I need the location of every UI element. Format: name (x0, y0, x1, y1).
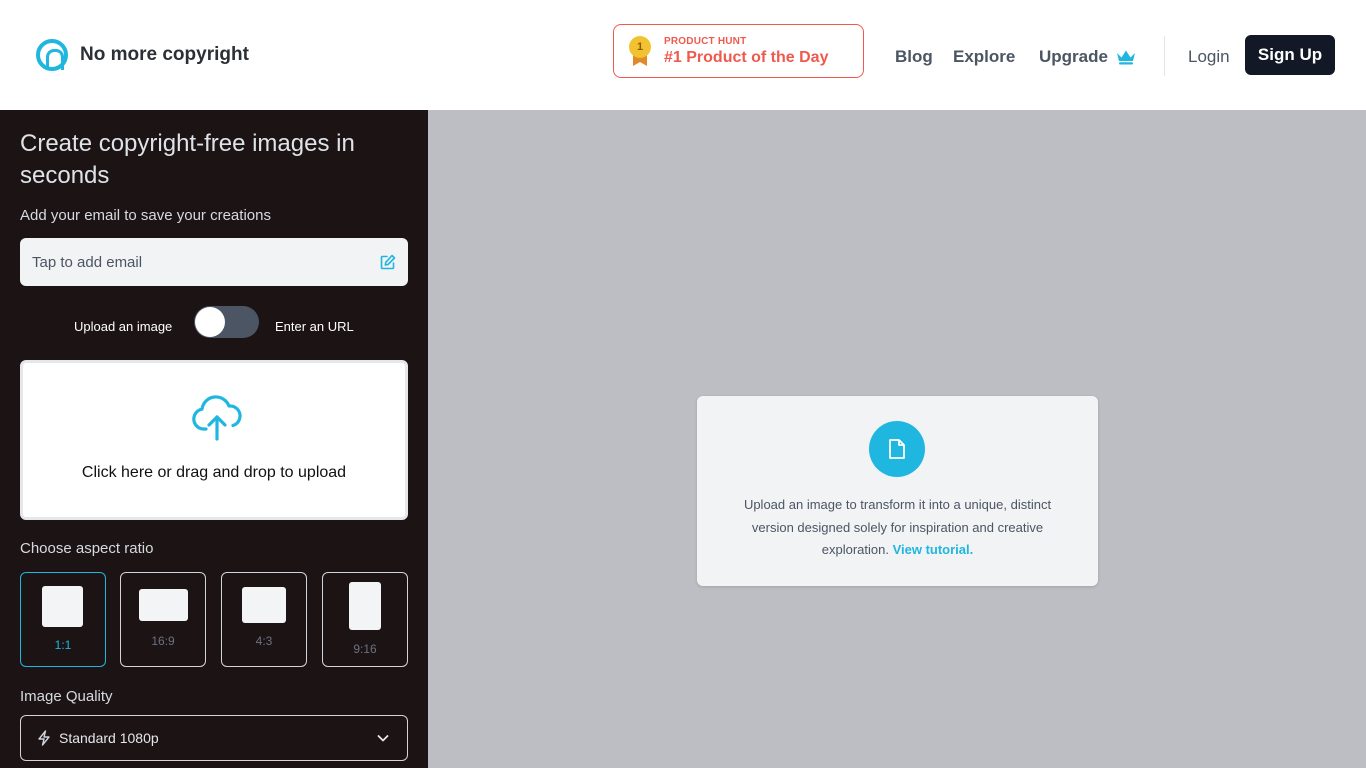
source-toggle-row: Upload an image Enter an URL (0, 306, 428, 340)
preview-area: Upload an image to transform it into a u… (428, 110, 1366, 768)
aspect-ratio-label-1-1: 1:1 (54, 638, 72, 652)
nav-upgrade-link[interactable]: Upgrade (1039, 47, 1136, 67)
upload-instructions: Click here or drag and drop to upload (81, 464, 347, 481)
file-icon (889, 439, 905, 459)
header-divider (1164, 36, 1165, 76)
signup-button[interactable]: Sign Up (1245, 35, 1335, 75)
brand-logo[interactable]: No more copyright (36, 39, 249, 71)
aspect-ratio-label-9-16: 9:16 (353, 642, 377, 656)
product-hunt-label: PRODUCT HUNT (664, 35, 747, 47)
aspect-ratio-label-16-9: 16:9 (151, 634, 175, 648)
empty-state-text: Upload an image to transform it into a u… (725, 494, 1070, 562)
upload-dropzone[interactable]: Click here or drag and drop to upload (20, 360, 408, 520)
edit-icon[interactable] (380, 254, 396, 270)
empty-state-card: Upload an image to transform it into a u… (697, 396, 1098, 586)
brand-name: No more copyright (80, 44, 249, 65)
aspect-ratio-label: Choose aspect ratio (20, 540, 154, 557)
aspect-ratio-16-9[interactable]: 16:9 (120, 572, 206, 667)
sidebar: Create copyright-free images in seconds … (0, 110, 428, 768)
image-quality-value: Standard 1080p (59, 730, 159, 746)
aspect-ratio-4-3[interactable]: 4:3 (221, 572, 307, 667)
aspect-ratio-label-4-3: 4:3 (255, 634, 273, 648)
upgrade-label: Upgrade (1039, 47, 1108, 66)
login-link[interactable]: Login (1188, 47, 1230, 67)
sidebar-title: Create copyright-free images in seconds (20, 130, 355, 189)
top-header: No more copyright 1 PRODUCT HUNT #1 Prod… (0, 0, 1366, 110)
ratio-shape (42, 586, 83, 627)
image-quality-select[interactable]: Standard 1080p (20, 715, 408, 761)
ratio-shape (349, 582, 381, 630)
ratio-shape (242, 587, 286, 623)
crown-icon (1116, 50, 1135, 65)
bolt-icon (38, 730, 50, 746)
toggle-upload-label[interactable]: Upload an image (74, 319, 172, 334)
product-hunt-badge[interactable]: 1 PRODUCT HUNT #1 Product of the Day (613, 24, 864, 78)
toggle-url-label[interactable]: Enter an URL (275, 319, 354, 334)
aspect-ratio-9-16[interactable]: 9:16 (322, 572, 408, 667)
chevron-down-icon (377, 735, 389, 742)
file-icon-circle (869, 421, 925, 477)
toggle-knob (195, 307, 225, 337)
medal-icon: 1 (628, 36, 652, 66)
product-hunt-title: #1 Product of the Day (664, 48, 829, 66)
source-toggle-switch[interactable] (194, 306, 259, 338)
view-tutorial-link[interactable]: View tutorial. (893, 542, 974, 557)
logo-icon (36, 39, 68, 71)
email-hint: Add your email to save your creations (20, 207, 271, 224)
cloud-upload-icon (192, 395, 242, 441)
aspect-ratio-1-1[interactable]: 1:1 (20, 572, 106, 667)
image-quality-label: Image Quality (20, 688, 113, 705)
ratio-shape (139, 589, 188, 621)
nav-blog-link[interactable]: Blog (895, 47, 933, 67)
nav-explore-link[interactable]: Explore (953, 47, 1015, 67)
email-field[interactable]: Tap to add email (20, 238, 408, 286)
email-placeholder: Tap to add email (32, 253, 143, 271)
